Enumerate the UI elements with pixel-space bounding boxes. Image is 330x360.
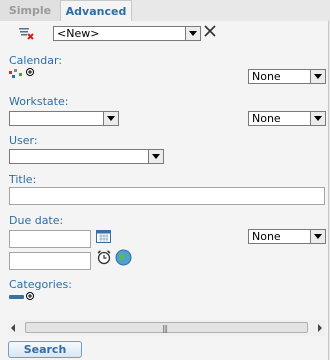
clear-filter-icon[interactable] <box>18 26 34 40</box>
saved-search-value: <New> <box>57 27 100 40</box>
scroll-left-icon[interactable] <box>11 324 15 332</box>
title-input[interactable] <box>9 187 325 205</box>
calendar-label: Calendar: <box>9 54 62 67</box>
calendar-picker-icon[interactable] <box>96 229 111 243</box>
workstate-select[interactable] <box>9 111 119 126</box>
globe-icon[interactable] <box>115 249 132 266</box>
due-date-to-input[interactable] <box>9 252 91 270</box>
calendar-select-value: None <box>252 70 281 83</box>
search-button[interactable]: Search <box>8 341 82 358</box>
grip-icon: ||| <box>162 324 168 333</box>
calendar-select[interactable]: None <box>248 69 326 84</box>
chevron-down-icon <box>185 27 200 40</box>
workstate-label: Workstate: <box>9 95 69 108</box>
add-category-icon[interactable] <box>9 291 37 302</box>
user-label: User: <box>9 134 38 147</box>
horizontal-scrollbar[interactable]: ||| <box>8 320 326 336</box>
scrollbar-thumb[interactable]: ||| <box>25 322 308 333</box>
title-label: Title: <box>9 173 37 186</box>
due-date-label: Due date: <box>9 214 64 227</box>
chevron-down-icon <box>148 150 163 163</box>
tab-bar: Simple Advanced <box>0 0 330 22</box>
add-calendar-icon[interactable] <box>9 67 36 79</box>
chevron-down-icon <box>310 112 325 125</box>
saved-search-select[interactable]: <New> <box>53 26 201 41</box>
workstate-option-value: None <box>252 112 281 125</box>
close-icon[interactable] <box>204 25 216 37</box>
chevron-down-icon <box>103 112 118 125</box>
workstate-option-select[interactable]: None <box>248 111 326 126</box>
user-select[interactable] <box>9 149 164 164</box>
chevron-down-icon <box>310 70 325 83</box>
alarm-clock-icon[interactable] <box>96 249 112 265</box>
due-date-select-value: None <box>252 230 281 243</box>
due-date-from-input[interactable] <box>9 230 91 248</box>
advanced-search-panel: <New> Calendar: None Workstate: None Use… <box>0 21 329 360</box>
scroll-right-icon[interactable] <box>318 324 322 332</box>
tab-advanced[interactable]: Advanced <box>60 0 132 22</box>
chevron-down-icon <box>310 230 325 243</box>
categories-label: Categories: <box>9 278 72 291</box>
due-date-select[interactable]: None <box>248 229 326 244</box>
tab-simple[interactable]: Simple <box>0 0 61 22</box>
